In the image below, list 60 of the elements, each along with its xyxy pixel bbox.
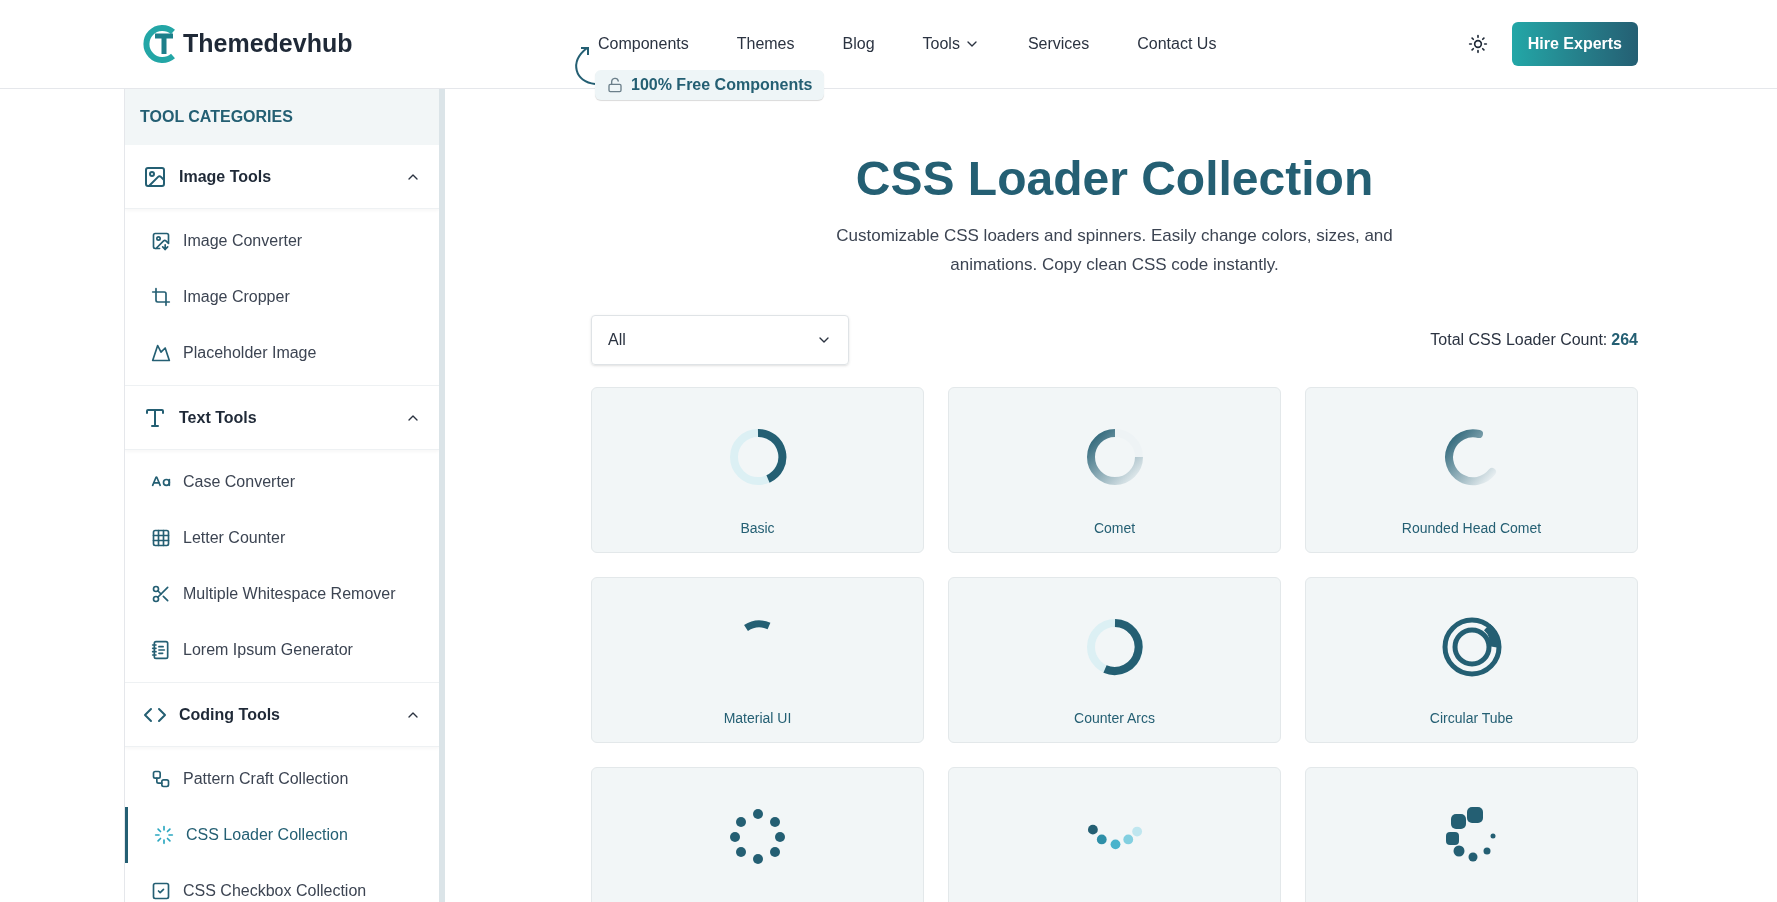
loader-name: Rounded Head Comet bbox=[1401, 519, 1542, 538]
sidebar-item[interactable]: CSS Checkbox Collection bbox=[125, 863, 439, 902]
category-label: Image Tools bbox=[179, 166, 272, 187]
page-subtitle: Customizable CSS loaders and spinners. Easily change colors, sizes, and animations. Copy clean CSS code instantly. bbox=[835, 225, 1394, 276]
page-title: CSS Loader Collection bbox=[855, 151, 1374, 207]
tool-icon bbox=[151, 640, 171, 660]
loader-name: Basic bbox=[740, 519, 775, 538]
tool-icon bbox=[154, 825, 174, 845]
loader-name: Comet bbox=[1093, 519, 1136, 538]
category-header[interactable]: Image Tools bbox=[125, 145, 439, 209]
count-value: 264 bbox=[1611, 330, 1638, 350]
filter-dropdown[interactable]: All bbox=[591, 315, 849, 365]
loader-name: Material UI bbox=[723, 709, 792, 728]
hire-experts-button[interactable]: Hire Experts bbox=[1511, 22, 1638, 66]
count-label: Total CSS Loader Count: bbox=[1430, 330, 1608, 350]
loader-card[interactable]: Basic bbox=[591, 387, 924, 553]
nav-link[interactable]: Blog bbox=[842, 32, 875, 56]
category-label: Coding Tools bbox=[179, 704, 280, 725]
tool-icon bbox=[151, 881, 171, 901]
nav-link[interactable]: Tools bbox=[922, 32, 980, 56]
brand-name[interactable]: Themedevhub bbox=[183, 25, 353, 63]
loader-name: Circular Tube bbox=[1429, 709, 1514, 728]
loader-card[interactable] bbox=[948, 767, 1281, 902]
tool-icon bbox=[151, 287, 171, 307]
nav-link[interactable]: Components bbox=[598, 32, 689, 56]
sidebar-item[interactable]: Lorem Ipsum Generator bbox=[125, 622, 439, 678]
nav-link[interactable]: Themes bbox=[736, 32, 795, 56]
theme-toggle-icon[interactable] bbox=[1467, 34, 1488, 54]
sidebar-item[interactable]: Image Cropper bbox=[125, 269, 439, 325]
tool-icon bbox=[151, 528, 171, 548]
sidebar-item[interactable]: Placeholder Image bbox=[125, 325, 439, 381]
sidebar-item[interactable]: Pattern Craft Collection bbox=[125, 751, 439, 807]
loader-card[interactable]: Counter Arcs bbox=[948, 577, 1281, 743]
sidebar-item[interactable]: Letter Counter bbox=[125, 510, 439, 566]
nav-link[interactable]: Contact Us bbox=[1137, 32, 1217, 56]
category-header[interactable]: Coding Tools bbox=[125, 683, 439, 747]
loader-card[interactable]: Material UI bbox=[591, 577, 924, 743]
sidebar-item[interactable]: CSS Loader Collection bbox=[125, 807, 439, 863]
tool-icon bbox=[151, 231, 171, 251]
unlock-icon bbox=[607, 77, 623, 93]
sidebar-item[interactable]: Image Converter bbox=[125, 213, 439, 269]
tool-icon bbox=[151, 584, 171, 604]
badge-text: 100% Free Components bbox=[631, 75, 813, 95]
tool-icon bbox=[151, 769, 171, 789]
sidebar-item[interactable]: Multiple Whitespace Remover bbox=[125, 566, 439, 622]
arc-spinner-drawing bbox=[742, 620, 773, 632]
wave-dots-spinner-drawing bbox=[1086, 824, 1143, 850]
sidebar-item[interactable]: Case Converter bbox=[125, 454, 439, 510]
loader-card[interactable] bbox=[1305, 767, 1638, 902]
loader-card[interactable]: Rounded Head Comet bbox=[1305, 387, 1638, 553]
sidebar-title: TOOL CATEGORIES bbox=[140, 107, 293, 127]
loader-name: Counter Arcs bbox=[1074, 709, 1155, 728]
loader-card[interactable] bbox=[591, 767, 924, 902]
nav-link[interactable]: Services bbox=[1027, 32, 1090, 56]
tool-icon bbox=[151, 343, 171, 363]
category-header[interactable]: Text Tools bbox=[125, 386, 439, 450]
category-label: Text Tools bbox=[179, 407, 257, 428]
loader-card[interactable]: Comet bbox=[948, 387, 1281, 553]
category-icon bbox=[143, 164, 167, 189]
loader-card[interactable]: Circular Tube bbox=[1305, 577, 1638, 743]
